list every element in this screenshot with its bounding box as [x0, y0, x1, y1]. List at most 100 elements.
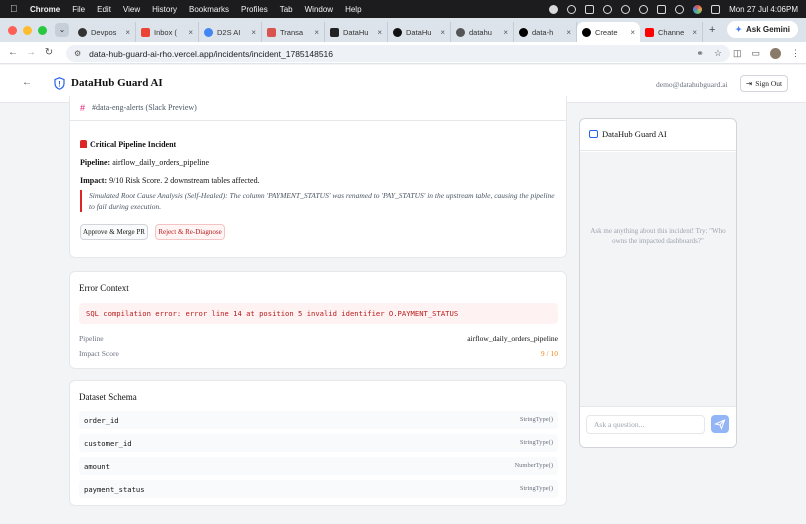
- reject-rediagnose-button[interactable]: Reject & Re-Diagnose: [155, 224, 225, 240]
- play-icon[interactable]: [603, 4, 613, 14]
- alert-impact-line: Impact: 9/10 Risk Score. 2 downstream ta…: [80, 176, 260, 185]
- browser-tab[interactable]: Channe ×: [640, 22, 703, 42]
- slack-channel-header: # #data-eng-alerts (Slack Preview): [70, 96, 566, 121]
- wifi-icon[interactable]: [621, 4, 631, 14]
- menu-file[interactable]: File: [72, 5, 85, 14]
- browser-tab-active[interactable]: Create ×: [577, 22, 640, 42]
- chrome-menu-icon[interactable]: ⋮: [791, 48, 800, 59]
- close-tab-icon[interactable]: ×: [440, 28, 445, 37]
- close-tab-icon[interactable]: ×: [377, 28, 382, 37]
- send-button[interactable]: [711, 415, 729, 433]
- address-bar[interactable]: ⚙ data-hub-guard-ai-rho.vercel.app/incid…: [66, 45, 730, 62]
- browser-tab[interactable]: Transa ×: [262, 22, 325, 42]
- password-key-icon[interactable]: ⚭: [696, 48, 704, 59]
- schema-row: amount NumberType(): [79, 457, 558, 475]
- back-arrow-icon[interactable]: ←: [4, 47, 22, 58]
- browser-tab[interactable]: DataHu ×: [388, 22, 451, 42]
- send-plane-icon: [713, 419, 726, 430]
- chat-question-input[interactable]: Ask a question...: [586, 415, 705, 434]
- close-window-button[interactable]: [8, 25, 17, 35]
- forward-arrow-icon[interactable]: →: [22, 47, 40, 58]
- clock-status-icon[interactable]: [639, 4, 649, 14]
- tab-favicon-icon: [330, 27, 339, 37]
- status-app-icon[interactable]: [549, 4, 559, 14]
- menu-help[interactable]: Help: [345, 5, 361, 14]
- ask-gemini-label: Ask Gemini: [745, 25, 790, 34]
- impact-value: 9/10 Risk Score. 2 downstream tables aff…: [109, 176, 260, 185]
- close-tab-icon[interactable]: ×: [503, 28, 508, 37]
- close-tab-icon[interactable]: ×: [251, 28, 256, 37]
- pipeline-value: airflow_daily_orders_pipeline: [112, 158, 210, 167]
- browser-tab[interactable]: DataHu ×: [325, 22, 388, 42]
- app-title: DataHub Guard AI: [71, 77, 163, 89]
- menu-history[interactable]: History: [152, 5, 177, 14]
- column-type: StringType(): [519, 439, 553, 446]
- chat-panel: DataHub Guard AI Ask me anything about t…: [579, 118, 737, 448]
- browser-tab[interactable]: D2S AI ×: [199, 22, 262, 42]
- chat-messages-area[interactable]: Ask me anything about this incident! Try…: [580, 152, 736, 407]
- close-tab-icon[interactable]: ×: [188, 28, 193, 37]
- bookmark-star-icon[interactable]: ☆: [714, 48, 722, 59]
- tab-search-chevron-icon[interactable]: ⌄: [55, 23, 69, 37]
- site-info-icon[interactable]: ⚙: [74, 49, 81, 58]
- close-tab-icon[interactable]: ×: [314, 28, 319, 37]
- battery-icon[interactable]: [657, 4, 667, 14]
- control-center-icon[interactable]: [711, 4, 721, 14]
- close-tab-icon[interactable]: ×: [125, 28, 130, 37]
- sign-out-button[interactable]: ⇥ Sign Out: [740, 75, 788, 92]
- browser-tab[interactable]: datahu ×: [451, 22, 514, 42]
- macos-menu-bar:  Chrome File Edit View History Bookmark…: [0, 0, 806, 18]
- impact-label: Impact:: [80, 176, 108, 185]
- menu-profiles[interactable]: Profiles: [241, 5, 268, 14]
- tab-title: DataHu: [343, 27, 369, 37]
- chat-header: DataHub Guard AI: [580, 119, 736, 151]
- alert-pipeline-line: Pipeline: airflow_daily_orders_pipeline: [80, 158, 209, 167]
- extensions-puzzle-icon[interactable]: ◫: [733, 48, 742, 59]
- minimize-window-button[interactable]: [23, 25, 32, 35]
- tab-title: Transa: [280, 27, 304, 37]
- close-tab-icon[interactable]: ×: [692, 28, 697, 37]
- menu-edit[interactable]: Edit: [97, 5, 111, 14]
- impact-score-label: Impact Score: [79, 349, 119, 358]
- reload-icon[interactable]: ↻: [40, 47, 58, 58]
- pipeline-label: Pipeline: [79, 334, 104, 343]
- status-app-icon[interactable]: [567, 4, 577, 14]
- tab-favicon-icon: [267, 27, 276, 37]
- menu-app-chrome[interactable]: Chrome: [30, 5, 60, 14]
- menu-view[interactable]: View: [123, 5, 140, 14]
- impact-score-row: Impact Score 9 / 10: [79, 349, 558, 358]
- chat-footer: Ask a question...: [580, 406, 736, 447]
- user-email: demo@datahubguard.ai: [656, 80, 728, 89]
- alert-title-text: Critical Pipeline Incident: [90, 140, 177, 149]
- menu-tab[interactable]: Tab: [280, 5, 293, 14]
- schema-row: order_id StringType(): [79, 411, 558, 429]
- browser-tab[interactable]: Inbox (×: [136, 22, 199, 42]
- new-tab-plus-icon[interactable]: +: [709, 24, 721, 36]
- column-name: payment_status: [84, 485, 145, 494]
- close-tab-icon[interactable]: ×: [630, 28, 635, 37]
- slack-channel-name: #data-eng-alerts (Slack Preview): [92, 103, 197, 112]
- profile-avatar-icon[interactable]: [770, 47, 781, 59]
- ask-gemini-button[interactable]: ✦ Ask Gemini: [727, 21, 798, 38]
- spotlight-search-icon[interactable]: [675, 4, 685, 14]
- tab-title: DataHu: [406, 27, 432, 37]
- tab-favicon-icon: [519, 27, 528, 37]
- approve-merge-pr-button[interactable]: Approve & Merge PR: [80, 224, 148, 240]
- apple-menu-icon[interactable]: : [10, 4, 20, 15]
- chat-empty-hint: Ask me anything about this incident! Try…: [590, 227, 726, 245]
- tab-favicon-icon: [78, 27, 87, 37]
- browser-tab[interactable]: data-h ×: [514, 22, 577, 42]
- siri-icon[interactable]: [693, 4, 703, 14]
- menu-window[interactable]: Window: [305, 5, 333, 14]
- tab-title: data-h: [532, 27, 554, 37]
- split-view-icon[interactable]: ▭: [751, 48, 760, 59]
- schema-row: customer_id StringType(): [79, 434, 558, 452]
- url-text[interactable]: data-hub-guard-ai-rho.vercel.app/inciden…: [89, 49, 333, 59]
- zoom-window-button[interactable]: [38, 25, 47, 35]
- menu-bar-clock[interactable]: Mon 27 Jul 4:06PM: [729, 5, 798, 14]
- back-arrow-icon[interactable]: ←: [22, 77, 32, 88]
- menu-bookmarks[interactable]: Bookmarks: [189, 5, 229, 14]
- browser-tab[interactable]: Devpos ×: [73, 22, 136, 42]
- status-app-icon[interactable]: [585, 4, 595, 14]
- close-tab-icon[interactable]: ×: [566, 28, 571, 37]
